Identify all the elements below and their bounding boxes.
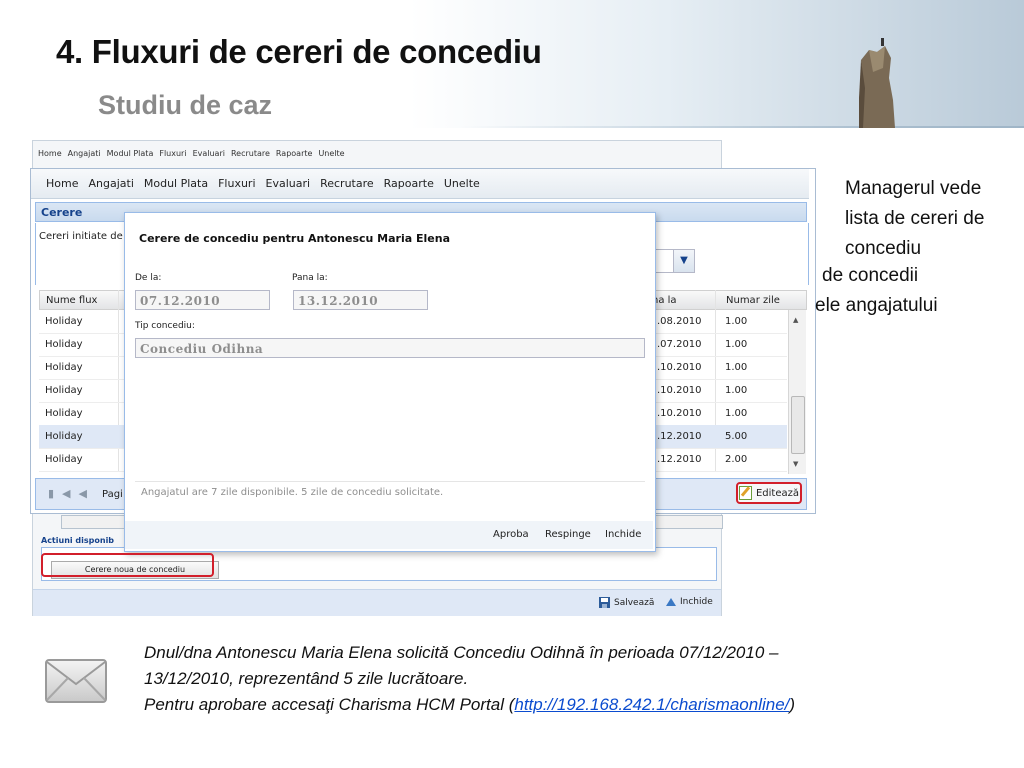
close-button[interactable]: Inchide [665,597,713,607]
menu-modul-plata[interactable]: Modul Plata [139,177,213,190]
portal-link[interactable]: http://192.168.242.1/charismaonline/ [514,695,789,714]
chevron-down-icon[interactable]: ▼ [673,250,694,272]
email-line-3: Pentru aprobare accesaţi Charisma HCM Po… [144,692,964,718]
filter-combo[interactable]: ▼ [651,249,695,273]
slide-title: 4. Fluxuri de cereri de concediu [56,33,542,70]
scroll-up-icon[interactable]: ▲ [793,316,798,324]
cell-flux: Holiday [45,362,83,373]
filter-label: Cereri initiate de [39,231,123,242]
callout-overlap-text: ele angajatului [815,295,938,316]
edit-button[interactable]: Editează [736,482,802,504]
menu-recrutare[interactable]: Recrutare [228,149,273,158]
menu-rapoarte[interactable]: Rapoarte [379,177,439,190]
cell-end-date: .10.2010 [657,408,702,419]
envelope-icon [45,659,107,703]
menu-modul-plata[interactable]: Modul Plata [104,149,157,158]
cell-flux: Holiday [45,385,83,396]
cell-flux: Holiday [45,454,83,465]
cell-end-date: .12.2010 [657,431,702,442]
menu-unelte[interactable]: Unelte [315,149,347,158]
email-line-2: 13/12/2010, reprezentând 5 zile lucrătoa… [144,669,469,688]
to-date-field[interactable]: 13.12.2010 [293,290,428,310]
pager-label: Pagi [102,489,123,500]
cell-end-date: .10.2010 [657,362,702,373]
save-button[interactable]: Salvează [599,597,654,608]
callout-text: Managerul vede lista de cereri de conced… [845,178,985,259]
menu-evaluari[interactable]: Evaluari [261,177,316,190]
menu-fluxuri[interactable]: Fluxuri [156,149,189,158]
save-label: Salvează [614,597,655,608]
close-dialog-button[interactable]: Inchide [605,529,641,540]
menu-unelte[interactable]: Unelte [439,177,485,190]
header-divider [460,126,1024,128]
scroll-down-icon[interactable]: ▼ [793,460,798,468]
cell-days: 1.00 [725,316,748,327]
column-header-flux[interactable]: Nume flux [46,295,97,306]
menu-angajati[interactable]: Angajati [65,149,104,158]
edit-pencil-icon [738,486,752,500]
cell-end-date: .08.2010 [657,316,702,327]
callout-overlap-text: de concedii [822,265,919,286]
email-line-1: Dnul/dna Antonescu Maria Elena solicită … [144,643,779,662]
menu-rapoarte[interactable]: Rapoarte [273,149,316,158]
to-label: Pana la: [292,273,328,283]
cell-end-date: .12.2010 [657,454,702,465]
leave-type-label: Tip concediu: [135,321,195,331]
menu-home[interactable]: Home [41,177,83,190]
cell-flux: Holiday [45,408,83,419]
cell-days: 2.00 [725,454,748,465]
approve-button[interactable]: Aproba [493,529,529,540]
mid-menubar: Home Angajati Modul Plata Fluxuri Evalua… [31,169,809,199]
climber-on-rock-icon [859,38,895,128]
back-menubar: Home Angajati Modul Plata Fluxuri Evalua… [35,149,348,158]
new-request-highlight [41,553,214,577]
dialog-title: Cerere de concediu pentru Antonescu Mari… [139,232,450,245]
cell-days: 1.00 [725,339,748,350]
close-label: Inchide [680,597,713,607]
cell-days: 1.00 [725,408,748,419]
menu-recrutare[interactable]: Recrutare [315,177,379,190]
leave-type-field[interactable]: Concediu Odihna [135,338,645,358]
cell-end-date: .10.2010 [657,385,702,396]
scrollbar-thumb[interactable] [791,396,805,454]
cell-days: 1.00 [725,362,748,373]
menu-evaluari[interactable]: Evaluari [190,149,228,158]
actions-label: Actiuni disponib [41,536,115,545]
cell-days: 5.00 [725,431,748,442]
close-door-icon [666,598,676,606]
email-notification-text: Dnul/dna Antonescu Maria Elena solicită … [144,640,964,718]
pager-nav-icons[interactable]: ▮◀◀ [48,487,95,500]
edit-label: Editează [755,487,800,499]
column-header-days[interactable]: Numar zile [726,295,780,306]
cell-flux: Holiday [45,431,83,442]
cell-days: 1.00 [725,385,748,396]
email-prefix: Pentru aprobare accesaţi Charisma HCM Po… [144,695,515,714]
menu-fluxuri[interactable]: Fluxuri [213,177,260,190]
availability-info: Angajatul are 7 zile disponibile. 5 zile… [135,481,645,503]
vertical-scrollbar[interactable]: ▲ ▼ [788,310,806,474]
cell-flux: Holiday [45,316,83,327]
from-date-field[interactable]: 07.12.2010 [135,290,270,310]
menu-home[interactable]: Home [35,149,65,158]
from-label: De la: [135,273,162,283]
email-suffix: ) [789,695,796,714]
slide-subtitle: Studiu de caz [98,90,273,120]
menu-angajati[interactable]: Angajati [83,177,138,190]
reject-button[interactable]: Respinge [545,529,591,540]
floppy-icon [599,597,610,608]
cell-end-date: .07.2010 [657,339,702,350]
cell-flux: Holiday [45,339,83,350]
leave-request-dialog: Cerere de concediu pentru Antonescu Mari… [124,212,656,552]
